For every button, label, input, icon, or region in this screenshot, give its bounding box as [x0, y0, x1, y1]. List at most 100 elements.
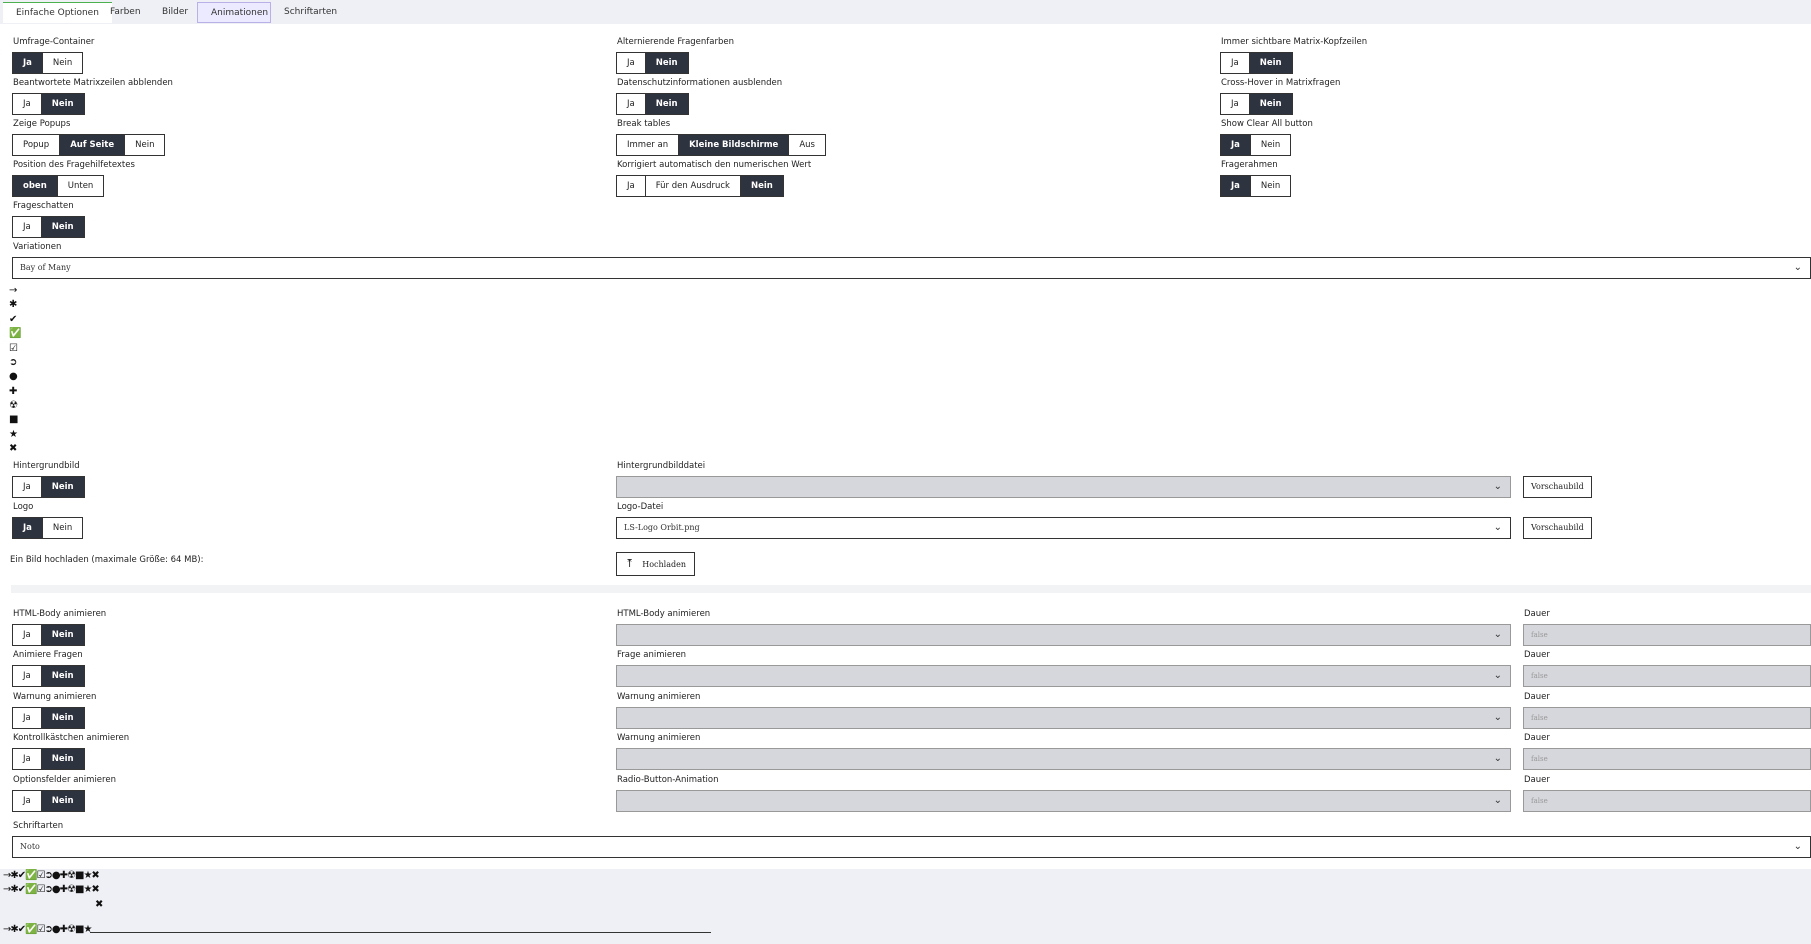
option-ja[interactable]: Ja [617, 94, 646, 114]
label-matrix-kopf: Immer sichtbare Matrix-Kopfzeilen [1221, 37, 1368, 47]
dauer-input[interactable]: false [1523, 748, 1811, 770]
option-nein[interactable]: Nein [645, 94, 688, 114]
tab-einfache-optionen[interactable]: Einfache Optionen [3, 2, 112, 23]
chevron-down-icon: ⌄ [1493, 522, 1502, 533]
divider [90, 932, 711, 933]
chevron-down-icon: ⌄ [1493, 753, 1502, 764]
label-hintergrundbilddatei: Hintergrundbilddatei [617, 461, 706, 471]
option-nein[interactable]: Nein [1251, 176, 1290, 196]
frage-animation-select[interactable]: ⌄ [616, 665, 1511, 687]
option-ja[interactable]: Ja [13, 708, 42, 728]
check-icon: ✔ [9, 314, 18, 325]
tab-schriftarten[interactable]: Schriftarten [271, 2, 350, 23]
option-nein[interactable]: Nein [1249, 53, 1292, 73]
upload-button[interactable]: ⤒ Hochladen [616, 552, 695, 576]
toggle-beantwortete: Ja Nein [12, 93, 85, 115]
option-oben[interactable]: oben [13, 176, 58, 196]
toggle-html-body-animieren: Ja Nein [12, 624, 85, 646]
dauer-input[interactable]: false [1523, 790, 1811, 812]
option-nein[interactable]: Nein [43, 518, 82, 538]
tab-bar: Einfache Optionen Farben Bilder Animatio… [0, 0, 1811, 24]
times-icon: ✖ [95, 899, 103, 910]
option-ja[interactable]: Ja [13, 477, 42, 497]
option-ja[interactable]: Ja [1221, 94, 1250, 114]
label-logo: Logo [13, 502, 34, 512]
option-kleine-bildschirme[interactable]: Kleine Bildschirme [679, 135, 790, 155]
option-nein[interactable]: Nein [740, 176, 783, 196]
label-kontrollkaestchen-animieren: Kontrollkästchen animieren [13, 733, 130, 743]
star-icon: ★ [9, 429, 18, 440]
toggle-fragerahmen: Ja Nein [1220, 175, 1292, 197]
option-nein[interactable]: Nein [41, 708, 84, 728]
hintergrunddatei-select[interactable]: ⌄ [616, 476, 1511, 498]
toggle-warnung-animieren: Ja Nein [12, 707, 85, 729]
option-nein[interactable]: Nein [43, 53, 82, 73]
chevron-down-icon: ⌄ [1493, 481, 1502, 492]
option-nein[interactable]: Nein [41, 791, 84, 811]
toggle-matrix-kopf: Ja Nein [1220, 52, 1293, 74]
option-auf-seite[interactable]: Auf Seite [60, 135, 126, 155]
option-ja[interactable]: Ja [13, 217, 42, 237]
schriftarten-select[interactable]: Noto ⌄ [12, 836, 1811, 858]
dauer-input[interactable]: false [1523, 665, 1811, 687]
option-fuer-den-ausdruck[interactable]: Für den Ausdruck [646, 176, 741, 196]
option-nein[interactable]: Nein [41, 217, 84, 237]
tab-animationen[interactable]: Animationen [197, 2, 271, 23]
option-ja[interactable]: Ja [13, 53, 43, 73]
logo-datei-select[interactable]: LS-Logo Orbit.png ⌄ [616, 517, 1511, 539]
toggle-logo: Ja Nein [12, 517, 84, 539]
option-nein[interactable]: Nein [645, 53, 688, 73]
option-ja[interactable]: Ja [617, 53, 646, 73]
option-unten[interactable]: Unten [58, 176, 104, 196]
option-nein[interactable]: Nein [41, 477, 84, 497]
option-ja[interactable]: Ja [1221, 176, 1251, 196]
toggle-alternierende: Ja Nein [616, 52, 689, 74]
option-nein[interactable]: Nein [1249, 94, 1292, 114]
option-popup[interactable]: Popup [13, 135, 61, 155]
tab-farben[interactable]: Farben [97, 2, 154, 23]
option-ja[interactable]: Ja [13, 94, 42, 114]
option-nein[interactable]: Nein [125, 135, 164, 155]
option-ja[interactable]: Ja [13, 791, 42, 811]
option-immer-an[interactable]: Immer an [617, 135, 680, 155]
option-ja[interactable]: Ja [13, 518, 43, 538]
option-nein[interactable]: Nein [1251, 135, 1290, 155]
option-nein[interactable]: Nein [41, 666, 84, 686]
warnung-animation-select[interactable]: ⌄ [616, 707, 1511, 729]
option-ja[interactable]: Ja [13, 625, 42, 645]
html-body-animation-select[interactable]: ⌄ [616, 624, 1511, 646]
preview-button[interactable]: Vorschaubild [1523, 517, 1592, 539]
label-dauer: Dauer [1524, 650, 1550, 660]
label-korrigiert: Korrigiert automatisch den numerischen W… [617, 160, 812, 170]
radio-animation-select[interactable]: ⌄ [616, 790, 1511, 812]
option-nein[interactable]: Nein [41, 625, 84, 645]
label-frageschatten: Frageschatten [13, 201, 74, 211]
dauer-input[interactable]: false [1523, 624, 1811, 646]
rebel-icon: ☢ [9, 400, 18, 411]
variationen-value: Bay of Many [20, 263, 71, 272]
label-hintergrundbild: Hintergrundbild [13, 461, 80, 471]
icon-strip: →✱✔✅☑➲●✚☢■★ [3, 924, 92, 935]
label-schriftarten: Schriftarten [13, 821, 64, 831]
toggle-korrigiert: Ja Für den Ausdruck Nein [616, 175, 784, 197]
preview-button[interactable]: Vorschaubild [1523, 476, 1592, 498]
label-beantwortete: Beantwortete Matrixzeilen abblenden [13, 78, 173, 88]
option-nein[interactable]: Nein [41, 749, 84, 769]
variationen-select[interactable]: Bay of Many ⌄ [12, 257, 1811, 279]
option-ja[interactable]: Ja [617, 176, 646, 196]
dauer-input[interactable]: false [1523, 707, 1811, 729]
option-ja[interactable]: Ja [13, 749, 42, 769]
toggle-kontrollkaestchen-animieren: Ja Nein [12, 748, 85, 770]
label-html-body-select: HTML-Body animieren [617, 609, 711, 619]
checkbox-animation-select[interactable]: ⌄ [616, 748, 1511, 770]
tab-bilder[interactable]: Bilder [149, 2, 201, 23]
chevron-down-icon: ⌄ [1793, 262, 1802, 273]
option-ja[interactable]: Ja [1221, 53, 1250, 73]
option-nein[interactable]: Nein [41, 94, 84, 114]
label-optionsfelder-animieren: Optionsfelder animieren [13, 775, 116, 785]
option-ja[interactable]: Ja [13, 666, 42, 686]
option-aus[interactable]: Aus [789, 135, 825, 155]
option-ja[interactable]: Ja [1221, 135, 1251, 155]
label-upload: Ein Bild hochladen (maximale Größe: 64 M… [10, 555, 204, 565]
label-html-body-animieren: HTML-Body animieren [13, 609, 107, 619]
